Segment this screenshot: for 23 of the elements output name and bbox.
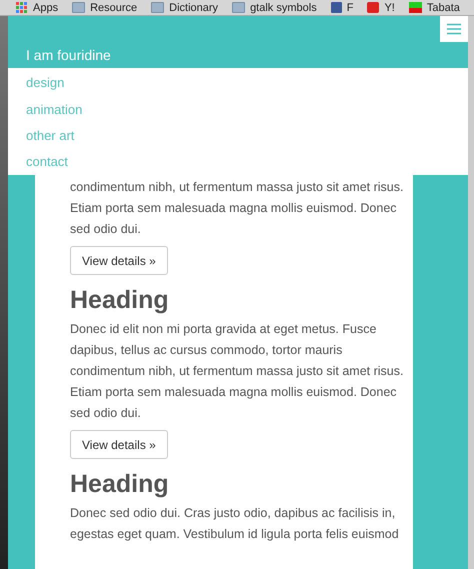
folder-icon [151,2,164,13]
body-paragraph: Donec id elit non mi porta gravida at eget metus. Fusce dapibus, tellus ac cursus commodo, tortor mauris condimentum nibh, ut fermentum massa justo sit amet risus. Etiam porta sem malesuada magna mollis euismod. Donec sed odio dui. [70,321,404,422]
square-icon [330,2,342,13]
bookmark[interactable]: gtalk symbols [232,0,317,14]
section-heading: Heading [70,285,169,315]
bookmark[interactable]: Y! [367,0,395,14]
section-heading: Heading [70,469,169,499]
bookmark[interactable]: Dictionary [151,0,218,14]
folder-icon [72,2,86,13]
bookmark[interactable]: Apps [16,0,58,14]
view-details-button[interactable]: View details » [70,430,168,459]
menu-button[interactable] [440,16,468,42]
view-details-button[interactable]: View details » [70,246,168,275]
body-paragraph: condimentum nibh, ut fermentum massa justo sit amet risus. Etiam porta sem malesuada magna mollis euismod. Donec sed odio dui. [70,179,404,238]
bookmark[interactable]: F [330,0,354,14]
bookmark[interactable]: Tabata [408,0,460,14]
bookmark[interactable]: Resource [72,0,138,14]
flag-icon [408,2,422,13]
menu-icon [446,23,462,35]
grid-icon [16,2,28,14]
folder-icon [232,2,246,13]
play-icon [367,2,380,13]
body-paragraph: Donec sed odio dui. Cras justo odio, dapibus ac facilisis in, egestas eget quam. Vestibulum id ligula porta felis euismod [70,505,400,543]
